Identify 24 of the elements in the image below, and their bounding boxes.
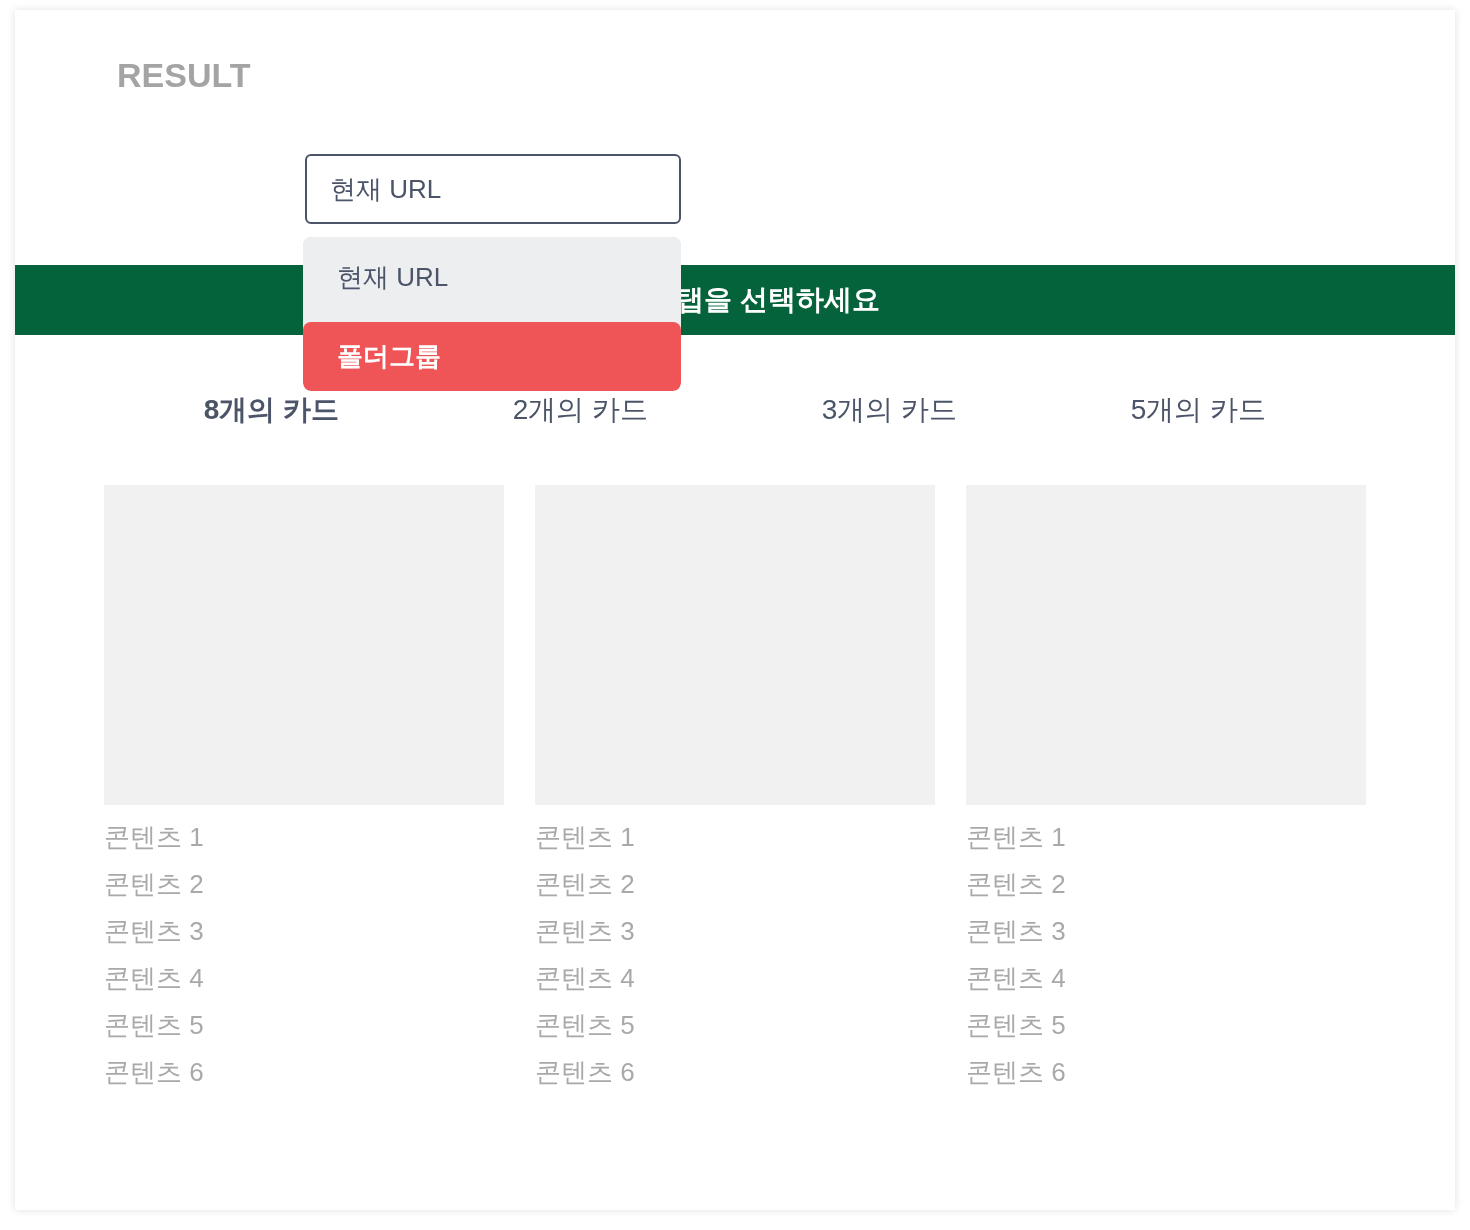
content-line: 콘텐츠 1 <box>535 821 635 854</box>
tab[interactable]: 3개의 카드 <box>821 390 958 430</box>
content-line: 콘텐츠 3 <box>535 915 635 948</box>
content-line: 콘텐츠 6 <box>966 1056 1066 1089</box>
tab[interactable]: 2개의 카드 <box>512 390 649 430</box>
content-line: 콘텐츠 2 <box>104 868 204 901</box>
content-line: 콘텐츠 5 <box>966 1009 1066 1042</box>
content-line: 콘텐츠 5 <box>535 1009 635 1042</box>
tab[interactable]: 5개의 카드 <box>1130 390 1267 430</box>
content-line: 콘텐츠 6 <box>104 1056 204 1089</box>
content-line: 콘텐츠 1 <box>966 821 1066 854</box>
content-line: 콘텐츠 4 <box>966 962 1066 995</box>
content-line: 콘텐츠 3 <box>966 915 1066 948</box>
content-line: 콘텐츠 5 <box>104 1009 204 1042</box>
tab[interactable]: 8개의 카드 <box>203 390 340 430</box>
content-line: 콘텐츠 1 <box>104 821 204 854</box>
result-heading: RESULT <box>117 55 251 95</box>
content-line: 콘텐츠 2 <box>535 868 635 901</box>
content-line: 콘텐츠 4 <box>535 962 635 995</box>
content-line: 콘텐츠 3 <box>104 915 204 948</box>
url-select[interactable]: 현재 URL <box>305 154 681 224</box>
content-line: 콘텐츠 6 <box>535 1056 635 1089</box>
content-line: 콘텐츠 4 <box>104 962 204 995</box>
content-line: 콘텐츠 2 <box>966 868 1066 901</box>
